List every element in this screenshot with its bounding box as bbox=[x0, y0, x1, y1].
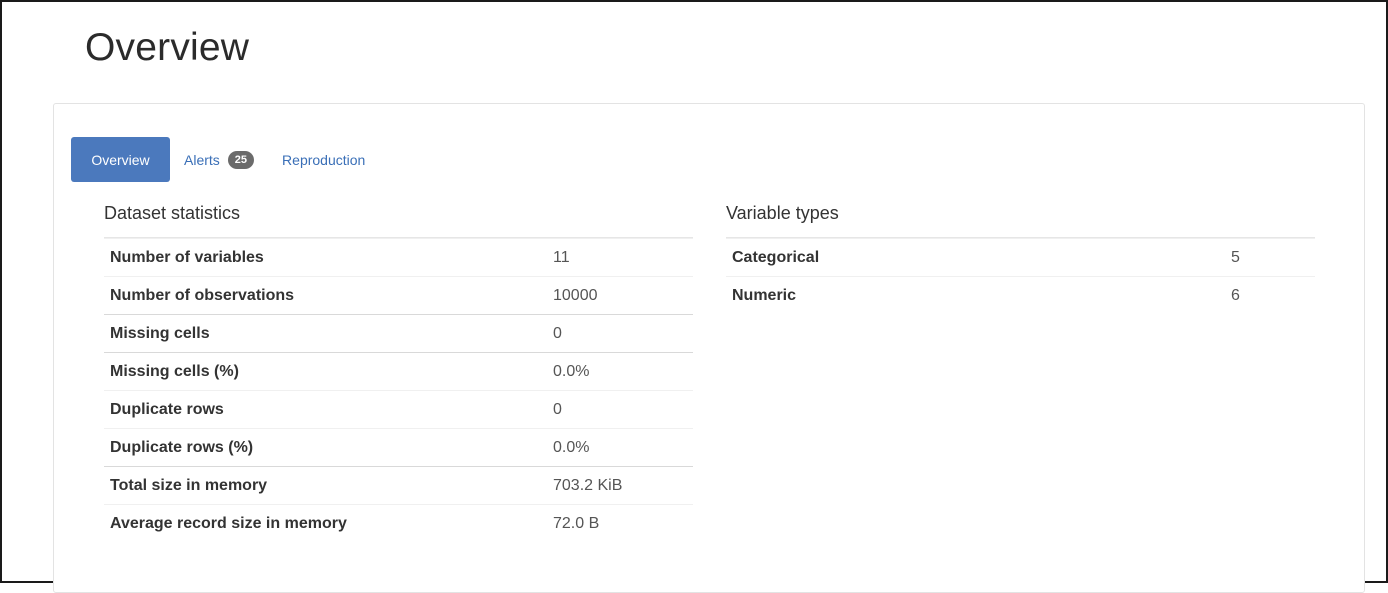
stat-value: 0.0% bbox=[553, 428, 693, 467]
stat-value: 10000 bbox=[553, 276, 693, 315]
stat-label: Missing cells (%) bbox=[104, 352, 553, 391]
table-row: Number of observations 10000 bbox=[104, 276, 693, 315]
tab-alerts[interactable]: Alerts 25 bbox=[170, 137, 268, 182]
report-frame: Overview Overview Alerts 25 Reproduction… bbox=[0, 0, 1388, 593]
table-row: Numeric 6 bbox=[726, 276, 1315, 315]
dataset-statistics-section: Dataset statistics Number of variables 1… bbox=[104, 203, 693, 543]
alerts-count-badge: 25 bbox=[227, 150, 255, 169]
page-title: Overview bbox=[85, 26, 250, 69]
stat-label: Number of observations bbox=[104, 276, 553, 315]
table-row: Number of variables 11 bbox=[104, 238, 693, 277]
table-row: Duplicate rows (%) 0.0% bbox=[104, 428, 693, 467]
table-row: Categorical 5 bbox=[726, 238, 1315, 277]
variable-types-section: Variable types Categorical 5 Numeric 6 bbox=[726, 203, 1315, 315]
variable-types-table: Categorical 5 Numeric 6 bbox=[726, 238, 1315, 315]
stat-label: Duplicate rows (%) bbox=[104, 428, 553, 467]
overview-panel: Overview Alerts 25 Reproduction Dataset … bbox=[53, 103, 1365, 593]
type-count: 5 bbox=[1225, 238, 1315, 277]
tab-overview[interactable]: Overview bbox=[71, 137, 170, 182]
stat-value: 0 bbox=[553, 390, 693, 429]
stat-value: 72.0 B bbox=[553, 504, 693, 543]
type-label: Categorical bbox=[726, 238, 1225, 277]
table-row: Duplicate rows 0 bbox=[104, 390, 693, 429]
stat-label: Total size in memory bbox=[104, 466, 553, 505]
tab-overview-label: Overview bbox=[91, 151, 150, 168]
variable-types-title: Variable types bbox=[726, 203, 1315, 238]
stat-label: Average record size in memory bbox=[104, 504, 553, 543]
stat-label: Duplicate rows bbox=[104, 390, 553, 429]
dataset-statistics-table: Number of variables 11 Number of observa… bbox=[104, 238, 693, 543]
type-count: 6 bbox=[1225, 276, 1315, 315]
tab-reproduction-label: Reproduction bbox=[282, 151, 366, 168]
stat-value: 0 bbox=[553, 314, 693, 353]
tab-bar: Overview Alerts 25 Reproduction bbox=[71, 137, 379, 182]
table-row: Average record size in memory 72.0 B bbox=[104, 504, 693, 543]
stat-value: 703.2 KiB bbox=[553, 466, 693, 505]
stat-value: 0.0% bbox=[553, 352, 693, 391]
type-label: Numeric bbox=[726, 276, 1225, 315]
table-row: Missing cells 0 bbox=[104, 314, 693, 353]
stat-label: Number of variables bbox=[104, 238, 553, 277]
tab-alerts-label: Alerts bbox=[184, 151, 220, 168]
stat-value: 11 bbox=[553, 238, 693, 277]
tab-reproduction[interactable]: Reproduction bbox=[268, 137, 379, 182]
table-row: Missing cells (%) 0.0% bbox=[104, 352, 693, 391]
table-row: Total size in memory 703.2 KiB bbox=[104, 466, 693, 505]
stat-label: Missing cells bbox=[104, 314, 553, 353]
dataset-statistics-title: Dataset statistics bbox=[104, 203, 693, 238]
